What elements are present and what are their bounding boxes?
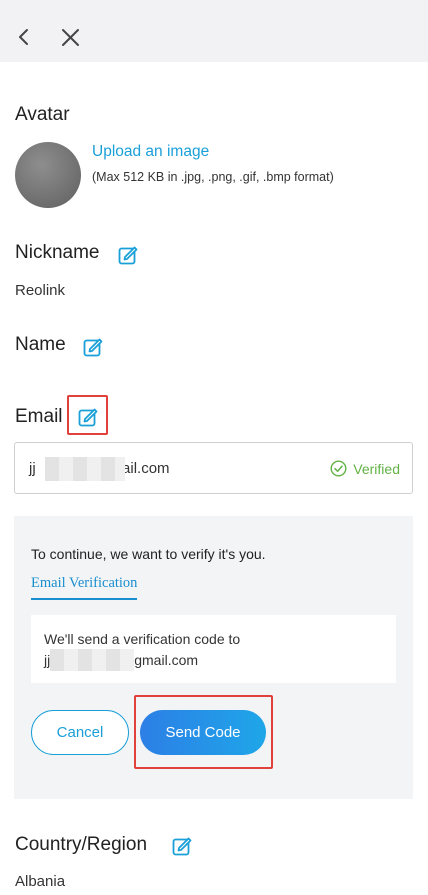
edit-nickname-button[interactable]: [117, 244, 139, 266]
email-label: Email: [15, 406, 63, 427]
cancel-button[interactable]: Cancel: [31, 710, 129, 755]
check-circle-icon: [330, 460, 347, 477]
verified-status: Verified: [330, 460, 400, 477]
verified-label: Verified: [353, 460, 400, 477]
highlight-box: [134, 695, 273, 769]
edit-icon: [78, 408, 98, 427]
redacted-email: [50, 649, 134, 671]
top-bar: [0, 0, 428, 62]
edit-icon: [118, 246, 138, 265]
avatar[interactable]: [15, 142, 81, 208]
verification-intro: To continue, we want to verify it's you.: [31, 546, 266, 562]
close-button[interactable]: [56, 22, 86, 52]
name-label: Name: [15, 334, 66, 355]
country-value: Albania: [15, 873, 66, 890]
avatar-label: Avatar: [15, 104, 70, 125]
country-label: Country/Region: [15, 834, 148, 855]
back-button[interactable]: [10, 22, 40, 52]
nickname-value: Reolink: [15, 282, 66, 299]
nickname-label: Nickname: [15, 242, 100, 263]
upload-format-note: (Max 512 KB in .jpg, .png, .gif, .bmp fo…: [92, 170, 334, 184]
upload-image-link[interactable]: Upload an image: [92, 143, 209, 161]
redacted-email: [45, 457, 125, 481]
edit-name-button[interactable]: [82, 336, 104, 358]
tab-email-verification[interactable]: Email Verification: [31, 575, 138, 600]
email-field[interactable]: jj nail.com Verified: [14, 442, 413, 494]
edit-country-button[interactable]: [171, 835, 193, 857]
edit-icon: [83, 338, 103, 357]
chevron-left-icon: [19, 29, 28, 45]
edit-icon: [172, 837, 192, 856]
verification-message: We'll send a verification code to jj gmai…: [31, 615, 396, 683]
edit-email-button[interactable]: [77, 406, 99, 428]
close-icon: [62, 29, 79, 46]
verification-message-line1: We'll send a verification code to: [44, 631, 241, 647]
